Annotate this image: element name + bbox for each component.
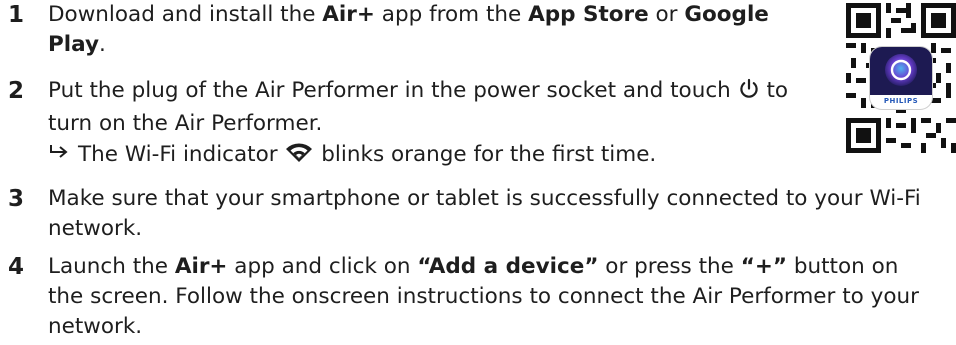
power-icon	[738, 78, 760, 109]
app-name: Air+	[322, 2, 375, 27]
step-text-segment: or press the	[598, 254, 741, 279]
step-text-segment: Launch the	[48, 254, 175, 279]
wifi-icon	[284, 142, 314, 173]
add-device-label: “Add a device”	[417, 254, 599, 279]
step-number: 2	[8, 78, 25, 104]
store-name-app-store: App Store	[528, 2, 649, 27]
plus-button-label: “+”	[740, 254, 787, 279]
step-text: Download and install the Air+ app from t…	[48, 0, 808, 60]
step-number: 1	[8, 2, 25, 28]
step-result-text: The Wi-Fi indicator	[78, 142, 285, 167]
step-text-segment: app and click on	[227, 254, 418, 279]
app-brand-label: PHILIPS	[883, 97, 919, 105]
step-text: Put the plug of the Air Performer in the…	[48, 76, 808, 139]
step-text-segment: Download and install the	[48, 2, 323, 27]
step-result-text: blinks orange for the first time.	[314, 142, 657, 167]
step-result: The Wi-Fi indicator blinks orange for th…	[48, 140, 656, 173]
step-text-segment: app from the	[374, 2, 529, 27]
step-text: Make sure that your smartphone or tablet…	[48, 186, 921, 241]
step-text-segment: Put the plug of the Air Performer in the…	[48, 78, 738, 103]
air-plus-app-icon: PHILIPS	[870, 47, 932, 109]
step-number: 3	[8, 186, 25, 212]
step-text-segment: or	[648, 2, 685, 27]
step-text-segment: .	[99, 32, 106, 57]
step-number: 4	[8, 254, 25, 280]
app-name: Air+	[174, 254, 228, 279]
result-arrow-icon	[48, 140, 78, 170]
step-text: Launch the Air+ app and click on “Add a …	[48, 252, 938, 342]
